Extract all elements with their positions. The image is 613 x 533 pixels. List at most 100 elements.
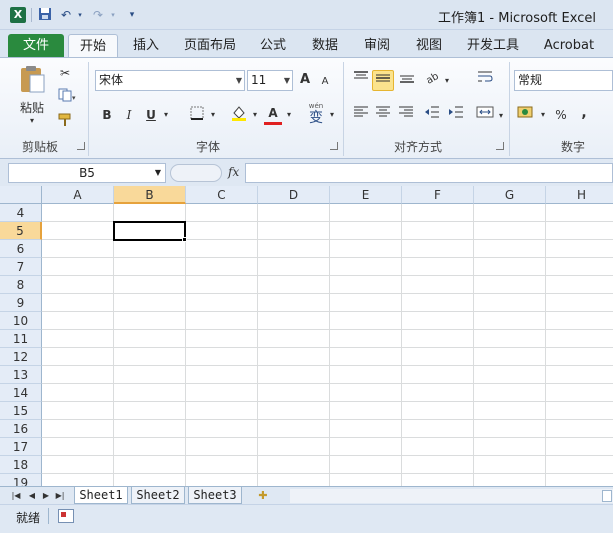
customize-qat-icon[interactable]: ▾ (124, 7, 140, 23)
alignment-launcher-icon[interactable] (496, 142, 504, 150)
percent-style-button[interactable]: % (553, 106, 569, 124)
tab-view[interactable]: 视图 (410, 34, 448, 57)
row-header-19[interactable]: 19 (0, 474, 42, 486)
row-header-10[interactable]: 10 (0, 312, 42, 330)
align-center-icon[interactable] (373, 105, 393, 125)
chevron-down-icon[interactable]: ▾ (250, 106, 260, 124)
paste-dropdown-icon[interactable]: ▾ (16, 117, 48, 125)
tab-acrobat[interactable]: Acrobat (538, 34, 600, 57)
select-all-corner[interactable] (0, 186, 42, 204)
chevron-down-icon[interactable]: ▾ (442, 72, 452, 90)
number-format-combo[interactable]: 常规 (514, 70, 613, 91)
chevron-down-icon[interactable]: ▾ (538, 106, 548, 124)
column-header-c[interactable]: C (186, 186, 258, 204)
tab-review[interactable]: 审阅 (358, 34, 396, 57)
excel-app-icon[interactable]: X (10, 7, 26, 23)
sheet-tab-2[interactable]: Sheet2 (131, 487, 185, 504)
row-header-18[interactable]: 18 (0, 456, 42, 474)
next-sheet-nav-icon[interactable]: ▶ (40, 488, 52, 503)
row-header-5[interactable]: 5 (0, 222, 42, 240)
font-name-combo[interactable]: 宋体 ▼ (95, 70, 245, 91)
formula-bar-resize-handle[interactable] (170, 164, 222, 182)
wrap-text-icon[interactable] (474, 70, 496, 90)
font-launcher-icon[interactable] (330, 142, 338, 150)
grow-font-button[interactable]: A (297, 71, 313, 89)
align-bottom-icon[interactable] (397, 70, 417, 90)
worksheet-grid[interactable]: ABCDEFGH 4 5 6 7 8 9 10 11 12 13 14 15 16 17 18 19 (0, 186, 613, 486)
copy-icon[interactable]: ▾ (56, 88, 78, 106)
merge-center-icon[interactable] (474, 105, 496, 125)
tab-insert[interactable]: 插入 (128, 34, 164, 57)
row-header-16[interactable]: 16 (0, 420, 42, 438)
comma-style-button[interactable]: , (578, 104, 590, 122)
row-header-12[interactable]: 12 (0, 348, 42, 366)
tab-file[interactable]: 文件 (8, 34, 64, 57)
italic-button[interactable]: I (122, 106, 136, 124)
shrink-font-button[interactable]: A (318, 73, 332, 91)
tab-formulas[interactable]: 公式 (254, 34, 292, 57)
chevron-down-icon[interactable]: ▾ (496, 107, 506, 125)
align-left-icon[interactable] (351, 105, 371, 125)
row-header-8[interactable]: 8 (0, 276, 42, 294)
row-header-6[interactable]: 6 (0, 240, 42, 258)
column-header-g[interactable]: G (474, 186, 546, 204)
redo-icon[interactable]: ↷ (90, 7, 106, 23)
row-header-14[interactable]: 14 (0, 384, 42, 402)
record-macro-icon[interactable] (58, 509, 74, 523)
align-right-icon[interactable] (396, 105, 416, 125)
column-header-f[interactable]: F (402, 186, 474, 204)
last-sheet-nav-icon[interactable]: ▶| (54, 488, 66, 503)
tab-home[interactable]: 开始 (68, 34, 118, 57)
chevron-down-icon[interactable]: ▾ (208, 106, 218, 124)
font-color-icon[interactable]: A (264, 104, 282, 125)
font-size-combo[interactable]: 11 ▼ (247, 70, 293, 91)
chevron-down-icon[interactable]: ▾ (284, 106, 294, 124)
borders-icon[interactable] (187, 106, 207, 125)
row-header-7[interactable]: 7 (0, 258, 42, 276)
active-cell-b5[interactable] (113, 221, 186, 241)
column-header-d[interactable]: D (258, 186, 330, 204)
row-header-11[interactable]: 11 (0, 330, 42, 348)
row-header-4[interactable]: 4 (0, 204, 42, 222)
chevron-down-icon[interactable]: ▾ (327, 106, 337, 124)
column-header-b[interactable]: B (114, 186, 186, 204)
horizontal-scrollbar[interactable] (290, 489, 613, 503)
tab-developer[interactable]: 开发工具 (462, 34, 524, 57)
column-header-e[interactable]: E (330, 186, 402, 204)
first-sheet-nav-icon[interactable]: |◀ (10, 488, 22, 503)
cut-icon[interactable]: ✂ (56, 64, 74, 82)
sheet-tab-1[interactable]: Sheet1 (74, 487, 128, 504)
column-header-a[interactable]: A (42, 186, 114, 204)
name-box[interactable]: B5 ▼ (8, 163, 166, 183)
sheet-tab-3[interactable]: Sheet3 (188, 487, 242, 504)
insert-function-icon[interactable]: fx (228, 165, 239, 179)
redo-dropdown-icon[interactable]: ▾ (105, 7, 121, 23)
row-header-13[interactable]: 13 (0, 366, 42, 384)
accounting-format-icon[interactable] (516, 104, 538, 124)
row-header-9[interactable]: 9 (0, 294, 42, 312)
bold-button[interactable]: B (100, 106, 114, 124)
chevron-down-icon[interactable]: ▾ (161, 106, 171, 124)
row-header-15[interactable]: 15 (0, 402, 42, 420)
clipboard-launcher-icon[interactable] (77, 142, 85, 150)
column-header-h[interactable]: H (546, 186, 613, 204)
fill-handle[interactable] (182, 237, 187, 242)
orientation-icon[interactable]: ab (424, 70, 444, 90)
undo-dropdown-icon[interactable]: ▾ (72, 7, 88, 23)
chevron-down-icon[interactable]: ▼ (236, 71, 242, 90)
align-middle-icon[interactable] (372, 70, 394, 91)
chevron-down-icon[interactable]: ▼ (284, 71, 290, 90)
scrollbar-thumb[interactable] (602, 490, 612, 502)
insert-sheet-icon[interactable]: ✚ (254, 488, 272, 503)
formula-input[interactable] (245, 163, 613, 183)
paste-button[interactable]: 粘贴 ▾ (16, 64, 48, 134)
decrease-indent-icon[interactable] (422, 105, 442, 125)
underline-button[interactable]: U (144, 106, 158, 124)
align-top-icon[interactable] (351, 70, 371, 90)
format-painter-icon[interactable] (56, 112, 74, 130)
tab-page-layout[interactable]: 页面布局 (180, 34, 240, 57)
chevron-down-icon[interactable]: ▼ (155, 164, 161, 182)
increase-indent-icon[interactable] (446, 105, 466, 125)
tab-data[interactable]: 数据 (306, 34, 344, 57)
fill-color-icon[interactable] (230, 104, 248, 127)
